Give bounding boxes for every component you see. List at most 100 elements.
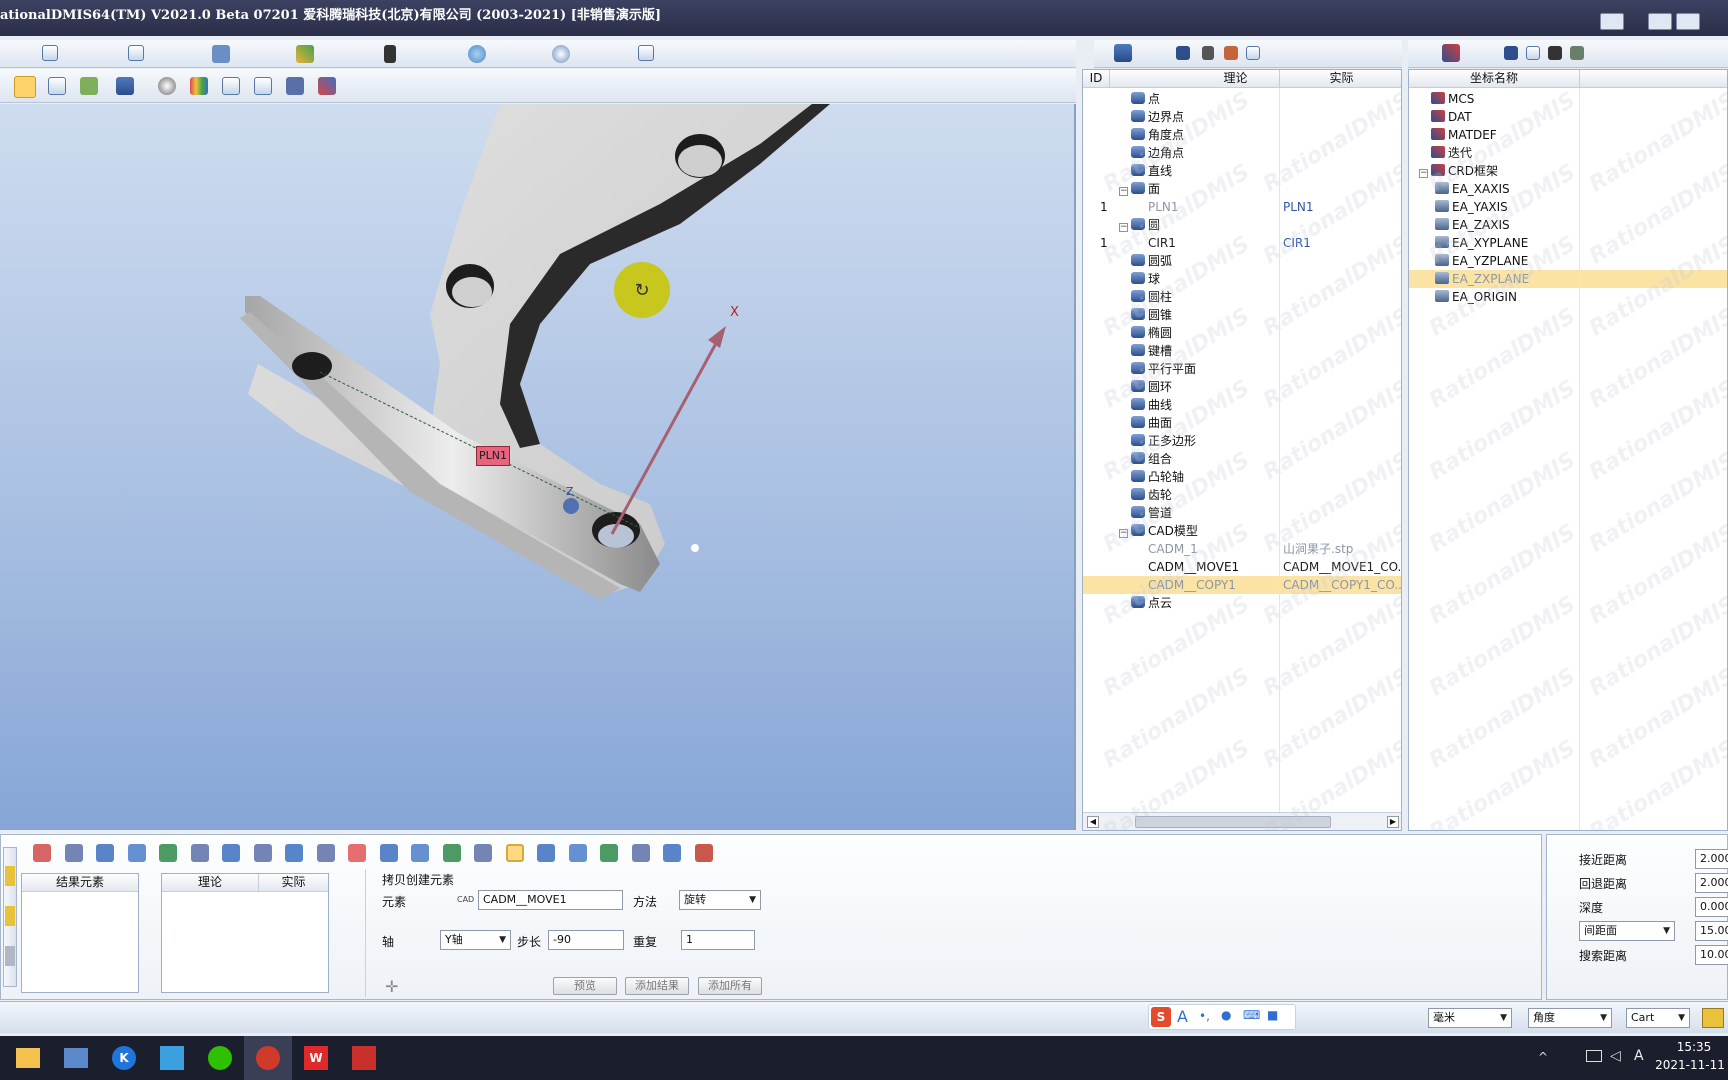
coordinate-system-icon[interactable] <box>1442 44 1460 62</box>
axis-icon[interactable] <box>1504 46 1518 60</box>
feature-type-icon[interactable] <box>285 844 303 862</box>
feature-type-icon[interactable] <box>663 844 681 862</box>
step-input[interactable]: -90 <box>548 930 624 950</box>
ime-mode-icon[interactable]: A <box>1177 1007 1188 1026</box>
scroll-left-icon[interactable]: ◀ <box>1087 816 1099 828</box>
sensor-icon[interactable] <box>468 45 486 63</box>
tray-arrow-icon[interactable]: ^ <box>1538 1050 1548 1064</box>
approach-input[interactable]: 2.000 <box>1695 849 1728 869</box>
punctuation-icon[interactable]: •, <box>1199 1009 1210 1023</box>
depth-input[interactable]: 0.000 <box>1695 897 1728 917</box>
cylinder-view-icon[interactable] <box>254 77 272 95</box>
render-icon[interactable] <box>318 77 336 95</box>
feature-type-icon[interactable] <box>411 844 429 862</box>
sogou-icon[interactable]: S <box>1151 1007 1171 1027</box>
feature-type-icon[interactable] <box>222 844 240 862</box>
add-result-button[interactable]: 添加结果 <box>625 977 689 995</box>
cube-icon[interactable] <box>1114 44 1132 62</box>
search-distance-input[interactable]: 10.00 <box>1695 945 1728 965</box>
list-icon[interactable] <box>1526 46 1540 60</box>
table-icon[interactable] <box>128 45 144 61</box>
method-select[interactable]: 旋转 <box>679 890 761 910</box>
feature-type-icon[interactable] <box>505 844 524 862</box>
rationaldmis-task-icon[interactable] <box>244 1036 292 1080</box>
coord-name-header[interactable]: 坐标名称 <box>1409 70 1579 88</box>
align-icon[interactable] <box>1570 46 1584 60</box>
group-icon[interactable] <box>1224 46 1238 60</box>
wps-icon[interactable]: W <box>292 1036 340 1080</box>
clock-date[interactable]: 2021-11-11 <box>1654 1058 1726 1072</box>
document-icon[interactable] <box>42 45 58 61</box>
feature-type-icon[interactable] <box>474 844 492 862</box>
volume-icon[interactable]: ◁ <box>1610 1048 1621 1064</box>
feature-type-icon[interactable] <box>631 844 650 862</box>
feature-type-icon[interactable] <box>568 844 587 862</box>
add-all-button[interactable]: 添加所有 <box>698 977 762 995</box>
angle-select[interactable]: 角度 <box>1528 1008 1612 1028</box>
feature-type-icon[interactable] <box>379 844 398 862</box>
feature-type-icon[interactable] <box>537 844 555 862</box>
solid-icon[interactable] <box>1176 46 1190 60</box>
plane-label-pln1[interactable]: PLN1 <box>476 446 510 466</box>
spacing-input[interactable]: 15.00 <box>1695 921 1728 941</box>
preview-button[interactable]: 预览 <box>553 977 617 995</box>
eye-icon[interactable] <box>158 77 176 95</box>
feature-type-icon[interactable] <box>348 844 366 862</box>
selection-icon[interactable] <box>286 77 304 95</box>
report-icon[interactable] <box>1246 46 1260 60</box>
theory-actual-list[interactable]: 理论 实际 <box>161 873 329 993</box>
feature-type-icon[interactable] <box>64 844 83 862</box>
fit-icon[interactable] <box>80 77 98 95</box>
keyboard-icon[interactable]: ⌨ <box>1243 1008 1260 1022</box>
result-element-list[interactable]: 结果元素 <box>21 873 139 993</box>
coord-system-select[interactable]: Cart <box>1626 1008 1690 1028</box>
feature-type-icon[interactable] <box>253 844 272 862</box>
feature-type-icon[interactable] <box>190 844 209 862</box>
feature-type-icon[interactable] <box>33 844 51 862</box>
tool-icon[interactable] <box>5 866 15 886</box>
unit-select[interactable]: 毫米 <box>1428 1008 1512 1028</box>
control-panel-icon[interactable] <box>52 1036 100 1080</box>
toolbox-icon[interactable]: ■ <box>1267 1008 1278 1022</box>
axis-select[interactable]: Y轴 <box>440 930 511 950</box>
filter-icon[interactable] <box>1202 46 1214 60</box>
col-id-header[interactable]: ID <box>1083 70 1109 88</box>
feature-type-icon[interactable] <box>694 844 713 862</box>
camera-icon[interactable] <box>1548 46 1562 60</box>
layout-icon[interactable] <box>1600 13 1624 30</box>
tool-icon[interactable] <box>5 906 15 926</box>
network-icon[interactable] <box>1586 1050 1602 1062</box>
scan-icon[interactable] <box>552 45 570 63</box>
stylus-icon[interactable] <box>384 45 396 63</box>
feature-type-icon[interactable] <box>316 844 335 862</box>
feature-type-icon[interactable] <box>127 844 146 862</box>
window-icon[interactable] <box>1648 13 1672 30</box>
col-actual-header[interactable]: 实际 <box>1279 70 1401 88</box>
status-tool-icon[interactable] <box>1702 1008 1724 1028</box>
spacing-select[interactable]: 间距面 <box>1579 921 1675 941</box>
feature-type-icon[interactable] <box>96 844 114 862</box>
wechat-icon[interactable] <box>196 1036 244 1080</box>
zoom-window-icon[interactable] <box>48 77 66 95</box>
probe-icon[interactable] <box>212 45 230 63</box>
rotate-icon[interactable] <box>14 76 36 98</box>
scroll-right-icon[interactable]: ▶ <box>1387 816 1399 828</box>
tolerance-icon[interactable] <box>222 77 240 95</box>
repeat-input[interactable]: 1 <box>681 930 755 950</box>
clock-time[interactable]: 15:35 <box>1664 1040 1724 1054</box>
microphone-icon[interactable]: ● <box>1221 1008 1231 1022</box>
cad-viewport[interactable]: ↻ X Z PLN1 <box>0 104 1076 830</box>
settings-icon[interactable] <box>638 45 654 61</box>
file-explorer-icon[interactable] <box>4 1036 52 1080</box>
ime-indicator[interactable]: A <box>1634 1048 1644 1064</box>
element-input[interactable]: CADM__MOVE1 <box>478 890 623 910</box>
move-icon[interactable]: ✛ <box>385 977 398 996</box>
feature-type-icon[interactable] <box>159 844 177 862</box>
monitor-app-icon[interactable] <box>340 1036 388 1080</box>
panel-icon[interactable] <box>1676 13 1700 30</box>
color-icon[interactable] <box>190 77 208 95</box>
feature-icon[interactable] <box>296 45 314 63</box>
feature-type-icon[interactable] <box>442 844 461 862</box>
tool-icon[interactable] <box>5 946 15 966</box>
cad-axis-icon[interactable] <box>116 77 134 95</box>
